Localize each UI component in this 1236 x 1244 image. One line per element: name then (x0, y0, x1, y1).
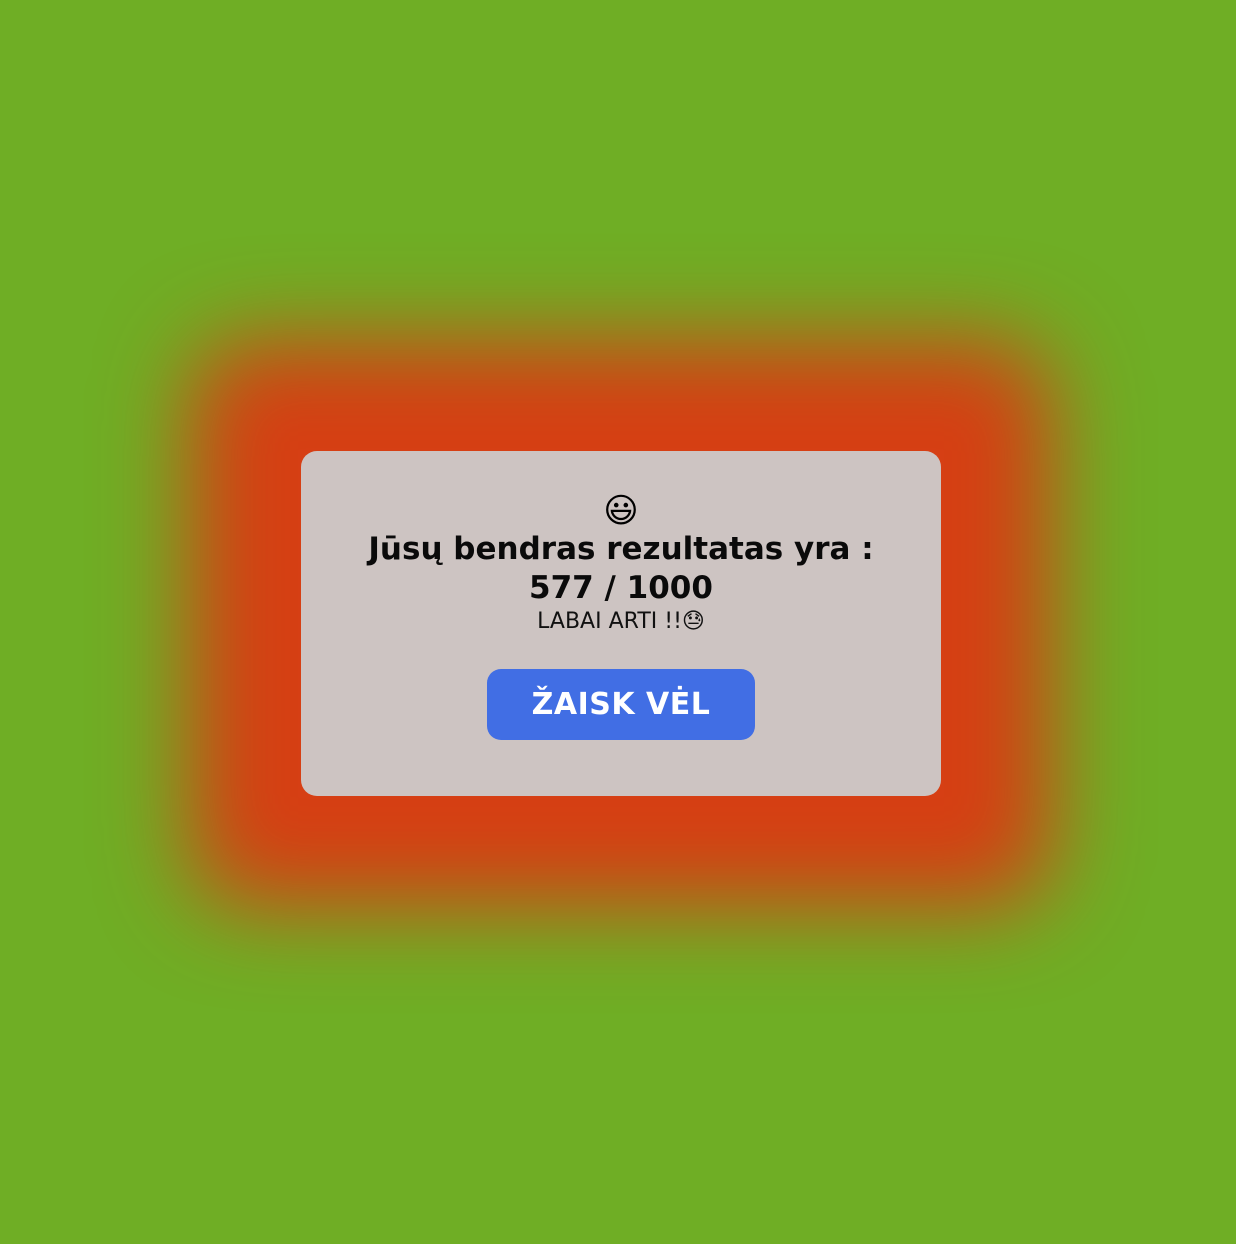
feedback-message: LABAI ARTI !!😓 (301, 608, 941, 636)
result-dialog: 😃 Jūsų bendras rezultatas yra : 577 / 10… (301, 451, 941, 796)
feedback-text: LABAI ARTI !! (537, 609, 682, 634)
sweat-face-icon: 😓 (681, 609, 705, 634)
smiley-icon: 😃 (603, 491, 639, 531)
score-heading: Jūsų bendras rezultatas yra : 577 / 1000 (368, 531, 874, 606)
play-again-button[interactable]: ŽAISK VĖL (487, 669, 755, 740)
